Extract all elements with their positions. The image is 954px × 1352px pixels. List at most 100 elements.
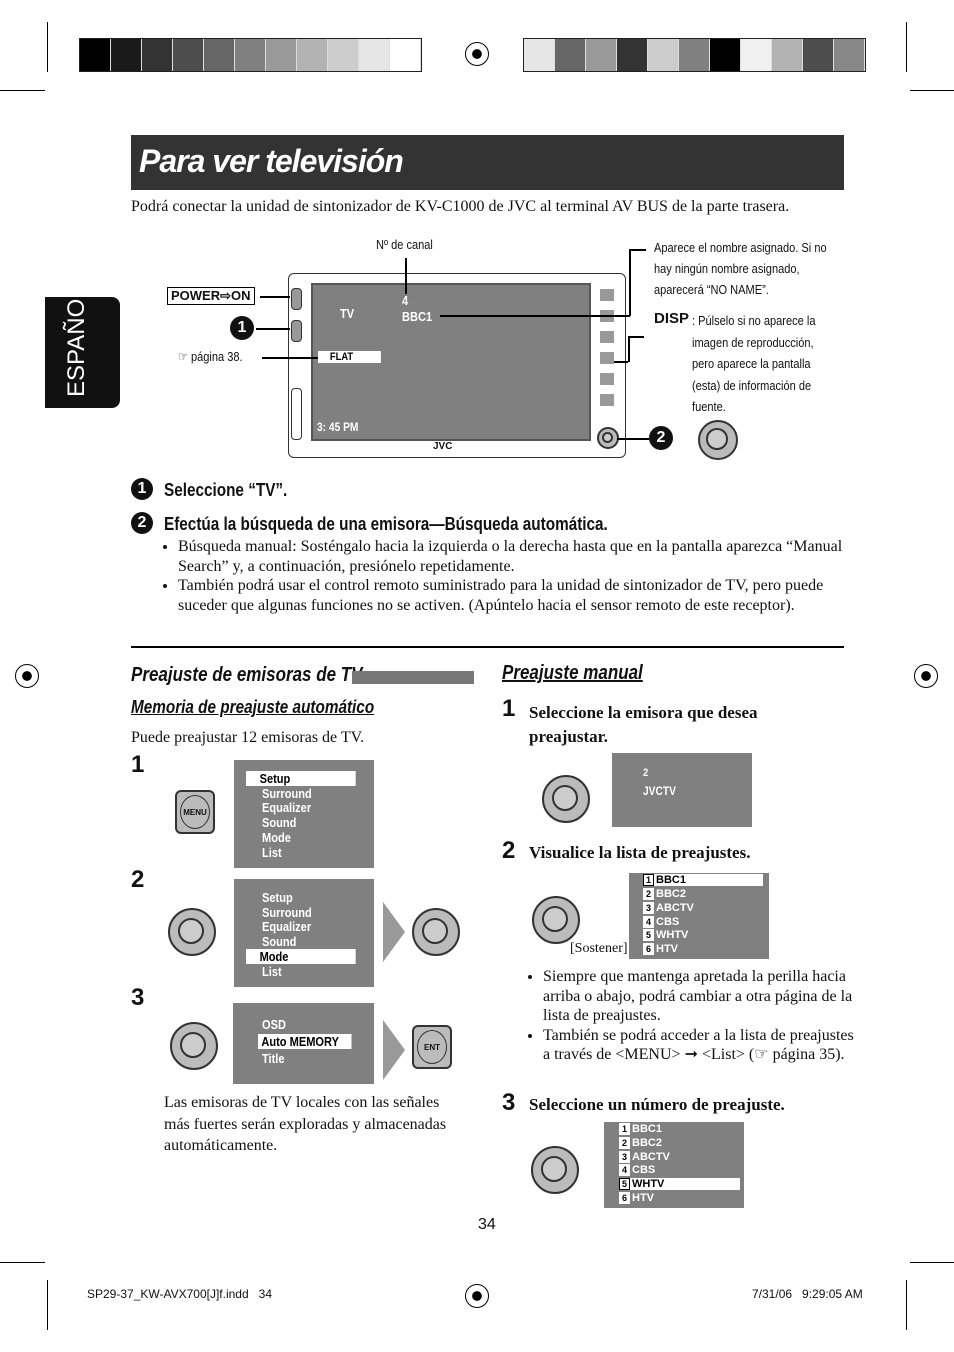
menu-item-equalizer[interactable]: Equalizer <box>262 919 311 934</box>
crop-mark <box>910 1262 954 1263</box>
menu-item-sound[interactable]: Sound <box>262 815 296 830</box>
ent-button[interactable]: ENT <box>412 1025 452 1069</box>
control-knob-icon[interactable] <box>531 1146 579 1194</box>
crop-mark <box>906 1280 907 1330</box>
screen-channel: 4 <box>402 293 409 308</box>
screen-station-name: BBC1 <box>402 309 433 324</box>
menu-item-mode[interactable]: Mode <box>246 949 356 964</box>
crop-mark <box>47 1280 48 1330</box>
submenu-item-title[interactable]: Title <box>262 1051 285 1066</box>
preset-item[interactable]: 1 BBC1 <box>643 874 763 886</box>
control-knob-icon[interactable] <box>597 427 619 449</box>
menu-item-surround[interactable]: Surround <box>262 786 312 801</box>
disp-note: : Púlselo si no aparece la imagen de rep… <box>692 313 816 414</box>
screen-mode: FLAT <box>318 351 381 363</box>
submenu-item-auto-memory[interactable]: Auto MEMORY <box>258 1034 352 1049</box>
preset-item[interactable]: 2 BBC2 <box>619 1137 662 1149</box>
crop-mark <box>47 22 48 72</box>
menu-item-mode[interactable]: Mode <box>262 830 291 845</box>
color-registration-bar-right <box>523 38 866 72</box>
screen-channel: 2 <box>643 767 649 779</box>
source-button[interactable] <box>291 320 302 342</box>
manual-step-2: Visualice la lista de preajustes. <box>529 843 751 862</box>
crop-mark <box>910 90 954 91</box>
marker-2: 2 <box>649 426 673 450</box>
crop-mark <box>906 22 907 72</box>
page-number: 34 <box>478 1216 496 1233</box>
step-1-text: Seleccione “TV”. <box>164 480 288 500</box>
jvc-logo: JVC <box>433 441 453 452</box>
screen-clock: 3: 45 PM <box>317 420 359 434</box>
menu-item-list[interactable]: List <box>262 845 282 860</box>
marker-1: 1 <box>230 316 254 340</box>
step-number: 3 <box>502 1089 516 1116</box>
section-divider <box>131 646 844 648</box>
preset-item[interactable]: 3 ABCTV <box>643 902 694 914</box>
registration-target-icon <box>465 42 489 66</box>
control-knob-icon[interactable] <box>168 908 216 956</box>
intro-text: Podrá conectar la unidad de sintonizador… <box>131 198 790 215</box>
registration-target-icon <box>15 664 39 688</box>
control-knob-icon[interactable] <box>542 775 590 823</box>
disp-key-label: DISP <box>654 310 690 327</box>
section-heading-presets: Preajuste de emisoras de TV <box>131 664 363 686</box>
footer-date: 7/31/06 9:29:05 AM <box>752 1287 863 1301</box>
auto-memory-intro: Puede preajustar 12 emisoras de TV. <box>131 729 365 746</box>
manual-page: Para ver televisión ESPAÑOL Podrá conect… <box>0 0 954 1352</box>
control-knob-icon[interactable] <box>698 420 738 460</box>
hold-label: [Sostener] <box>570 941 628 956</box>
heading-bar <box>352 671 474 684</box>
control-knob-icon[interactable] <box>532 896 580 944</box>
right-button-column[interactable] <box>600 283 614 413</box>
note-item: Siempre que mantenga apretada la perilla… <box>543 967 861 1026</box>
ent-button-label: ENT <box>417 1030 447 1064</box>
arrow-right-icon <box>383 1020 405 1080</box>
step-number: 3 <box>131 984 145 1011</box>
preset-item[interactable]: 5 WHTV <box>643 929 688 941</box>
volume-button[interactable] <box>291 388 302 440</box>
color-registration-bar-left <box>79 38 422 72</box>
name-note: Aparece el nombre asignado. Si no hay ni… <box>654 240 827 297</box>
preset-item[interactable]: 4 CBS <box>643 916 679 928</box>
menu-item-surround[interactable]: Surround <box>262 905 312 920</box>
manual-step-1: Seleccione la emisora que desea preajust… <box>529 703 758 746</box>
step-number: 1 <box>131 751 145 778</box>
note-item: También podrá usar el control remoto sum… <box>178 576 858 615</box>
menu-item-setup[interactable]: Setup <box>262 890 293 905</box>
station-screen <box>612 753 752 827</box>
step-number: 2 <box>502 837 516 864</box>
manual-step-3: Seleccione un número de preajuste. <box>529 1095 785 1114</box>
step-number: 2 <box>131 866 145 893</box>
menu-button[interactable]: MENU <box>175 790 215 834</box>
note-item: También se podrá acceder a la lista de p… <box>543 1026 861 1065</box>
power-button[interactable] <box>291 288 302 310</box>
screen-source: TV <box>340 306 355 321</box>
footer-file: SP29-37_KW-AVX700[J]f.indd 34 <box>87 1287 272 1301</box>
preset-item[interactable]: 1 BBC1 <box>619 1123 662 1135</box>
control-knob-icon[interactable] <box>412 908 460 956</box>
preset-item[interactable]: 6 HTV <box>643 943 678 955</box>
step-1-marker: 1 <box>131 478 153 500</box>
step-2-marker: 2 <box>131 512 153 534</box>
crop-mark <box>0 1262 45 1263</box>
screen-station-name: JVCTV <box>643 784 676 798</box>
note-item: Búsqueda manual: Sosténgalo hacia la izq… <box>178 537 858 576</box>
preset-item[interactable]: 5 WHTV <box>619 1178 740 1190</box>
submenu-item-osd[interactable]: OSD <box>262 1017 286 1032</box>
menu-item-list[interactable]: List <box>262 964 282 979</box>
preset-item[interactable]: 4 CBS <box>619 1164 655 1176</box>
subheading-auto-memory: Memoria de preajuste automático <box>131 697 375 717</box>
page-title-bar: Para ver televisión <box>131 135 844 190</box>
preset-item[interactable]: 3 ABCTV <box>619 1151 670 1163</box>
arrow-right-icon <box>383 902 405 962</box>
channel-number-label: Nº de canal <box>376 237 433 252</box>
auto-memory-outro: Las emisoras de TV locales con las señal… <box>164 1094 447 1154</box>
menu-item-setup[interactable]: Setup <box>246 771 356 786</box>
control-knob-icon[interactable] <box>170 1022 218 1070</box>
menu-item-equalizer[interactable]: Equalizer <box>262 800 311 815</box>
language-tab: ESPAÑOL <box>45 285 120 408</box>
menu-item-sound[interactable]: Sound <box>262 934 296 949</box>
registration-target-icon <box>914 664 938 688</box>
preset-item[interactable]: 2 BBC2 <box>643 888 686 900</box>
preset-item[interactable]: 6 HTV <box>619 1192 654 1204</box>
